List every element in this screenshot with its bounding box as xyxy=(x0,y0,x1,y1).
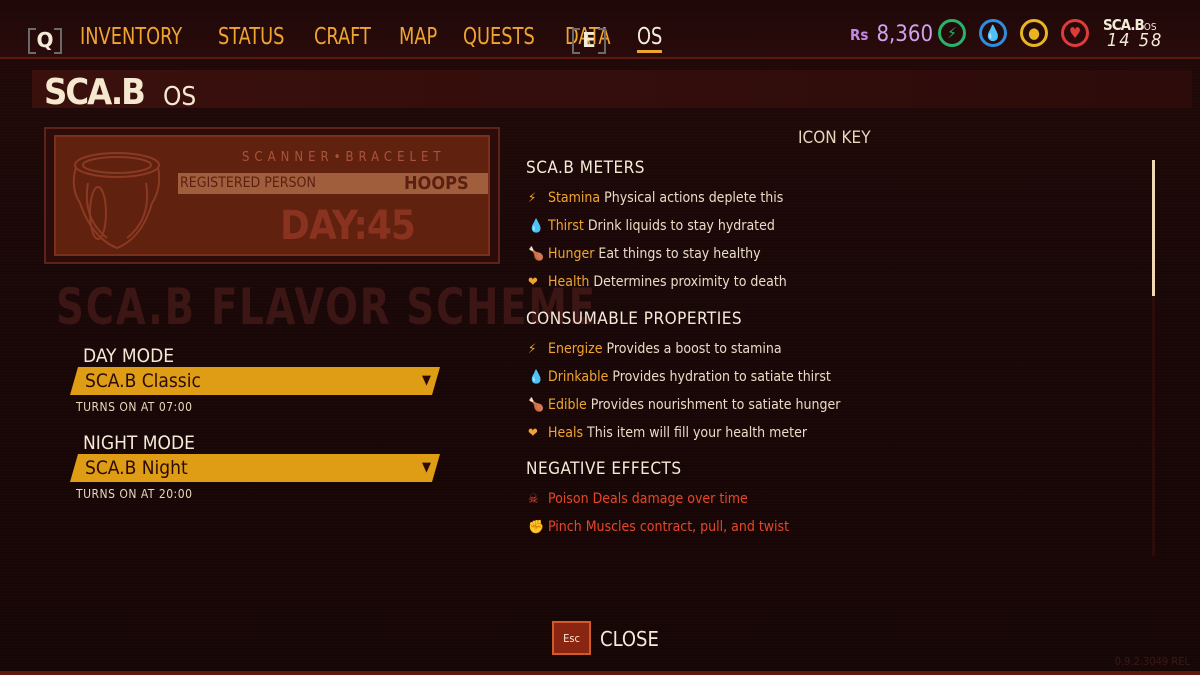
hunger-icon: 🍗 xyxy=(528,247,545,262)
day-mode-turns: TURNS ON AT 07:00 xyxy=(76,400,193,414)
version-label: 0.9.2.3049 REL xyxy=(1114,655,1190,668)
list-item: ✊ Pinch Muscles contract, pull, and twis… xyxy=(528,519,790,535)
registered-value: HOOPS xyxy=(404,173,469,194)
scab-clock: SCA.BOS 14 58 xyxy=(1103,15,1161,51)
scrollbar-track[interactable] xyxy=(1152,296,1155,556)
list-item: ☠ Poison Deals damage over time xyxy=(528,491,748,507)
night-mode-value[interactable]: SCA.B Night xyxy=(85,457,188,479)
stamina-icon: ⚡ xyxy=(938,19,966,47)
page-logo: SCA.B xyxy=(44,72,146,113)
icon-key-title: ICON KEY xyxy=(798,128,871,148)
list-item: ❤ Health Determines proximity to death xyxy=(528,274,787,290)
clock-time: 14 58 xyxy=(1107,30,1164,51)
tab-inventory[interactable]: INVENTORY xyxy=(80,24,182,53)
list-item: ❤ Heals This item will fill your health … xyxy=(528,425,808,441)
chevron-down-icon[interactable]: ▼ xyxy=(422,373,431,388)
tab-quests[interactable]: QUESTS xyxy=(463,24,535,53)
tab-status[interactable]: STATUS xyxy=(218,24,284,53)
health-icon: ♥ xyxy=(1061,19,1089,47)
list-item: ⚡ Energize Provides a boost to stamina xyxy=(528,341,782,357)
poison-icon: ☠ xyxy=(528,492,539,507)
energize-icon: ⚡ xyxy=(528,342,537,357)
next-tab-key[interactable]: E xyxy=(572,26,606,54)
pinch-icon: ✊ xyxy=(528,520,545,535)
edible-icon: 🍗 xyxy=(528,398,545,413)
bottom-border xyxy=(0,671,1200,675)
tab-os[interactable]: OS xyxy=(637,24,663,53)
header-strip xyxy=(32,70,1192,108)
close-button[interactable]: CLOSE xyxy=(600,627,659,651)
list-item: 💧 Drinkable Provides hydration to satiat… xyxy=(528,369,831,385)
heals-icon: ❤ xyxy=(528,426,538,441)
chevron-down-icon[interactable]: ▼ xyxy=(422,460,431,475)
list-item: ⚡ Stamina Physical actions deplete this xyxy=(528,190,784,206)
page-logo-os: OS xyxy=(163,82,197,112)
prev-tab-key[interactable]: Q xyxy=(28,26,62,54)
registered-label: REGISTERED PERSON xyxy=(180,175,316,191)
scrollbar-thumb[interactable] xyxy=(1152,160,1155,296)
esc-key-button[interactable]: Esc xyxy=(552,621,591,655)
bracelet-icon xyxy=(72,152,161,250)
section-title: CONSUMABLE PROPERTIES xyxy=(526,309,743,329)
card-title: SCANNER•BRACELET xyxy=(242,150,446,165)
list-fade xyxy=(520,540,1160,560)
thirst-icon: 💧 xyxy=(979,19,1007,47)
hunger-icon: ● xyxy=(1020,19,1048,47)
tab-map[interactable]: MAP xyxy=(399,24,437,53)
list-item: 🍗 Hunger Eat things to stay healthy xyxy=(528,246,761,262)
day-mode-value[interactable]: SCA.B Classic xyxy=(85,370,201,392)
day-mode-label: DAY MODE xyxy=(83,345,175,367)
thirst-icon: 💧 xyxy=(528,219,545,234)
currency-icon: Rs xyxy=(850,25,869,44)
currency-value: 8,360 xyxy=(876,22,934,47)
section-title: NEGATIVE EFFECTS xyxy=(526,459,682,479)
scanner-card xyxy=(44,127,500,264)
section-title: SCA.B METERS xyxy=(526,158,645,178)
night-mode-turns: TURNS ON AT 20:00 xyxy=(76,487,193,501)
flavor-title: SCA.B FLAVOR SCHEME xyxy=(56,278,597,336)
day-counter: DAY:45 xyxy=(280,203,416,249)
list-item: 🍗 Edible Provides nourishment to satiate… xyxy=(528,397,841,413)
night-mode-label: NIGHT MODE xyxy=(83,432,195,454)
tab-craft[interactable]: CRAFT xyxy=(314,24,371,53)
drinkable-icon: 💧 xyxy=(528,370,545,385)
currency-display: Rs 8,360 xyxy=(850,22,933,47)
list-item: 💧 Thirst Drink liquids to stay hydrated xyxy=(528,218,775,234)
top-bar-divider xyxy=(0,57,1200,59)
health-icon: ❤ xyxy=(528,275,538,290)
stamina-icon: ⚡ xyxy=(528,191,537,206)
